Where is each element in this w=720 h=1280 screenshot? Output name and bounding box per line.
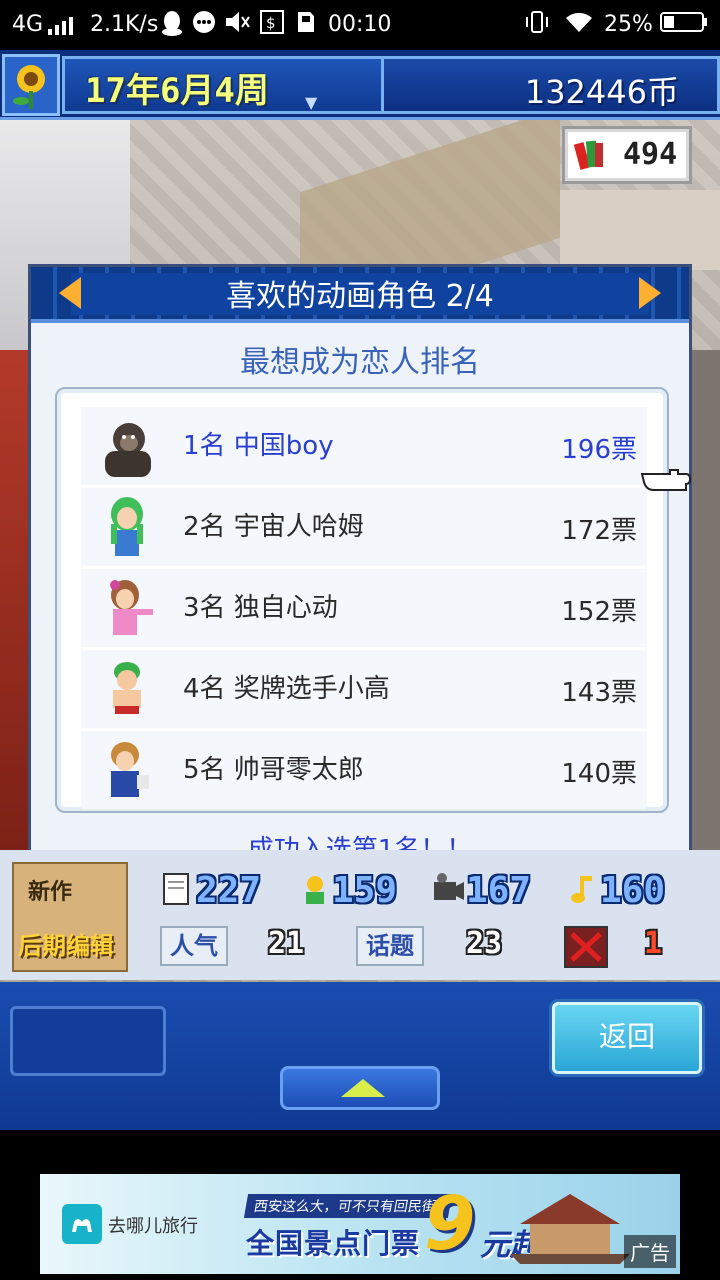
triangle-up-icon xyxy=(341,1079,385,1097)
rank-label: 2名 宇宙人哈姆 xyxy=(183,512,364,542)
post-edit-label: 后期编辑 xyxy=(18,932,114,960)
ad-label: 广告 xyxy=(624,1235,676,1268)
camera-icon xyxy=(434,873,464,900)
popularity-label: 人气 xyxy=(160,926,228,966)
sunflower-icon[interactable] xyxy=(2,54,60,116)
swimmer-avatar xyxy=(113,662,141,714)
rank-row-5[interactable]: 5名 帅哥零太郎 140票 xyxy=(81,731,647,809)
chevron-down-icon: ▼ xyxy=(305,93,318,112)
ticket-badge[interactable]: 494 xyxy=(562,126,692,184)
bug-icon xyxy=(564,926,608,968)
ad-banner[interactable]: 去哪儿旅行 西安这么大，可不只有回民街! 全国景点门票 9 元起 广告 xyxy=(40,1174,680,1274)
character-icon xyxy=(306,876,324,904)
stat-sound: 160 xyxy=(600,870,666,911)
chat-icon xyxy=(192,10,216,43)
music-icon xyxy=(571,876,592,903)
rank-votes: 143票 xyxy=(561,678,637,708)
gorilla-avatar xyxy=(105,423,151,477)
qq-icon xyxy=(160,10,184,45)
popularity-value: 21 xyxy=(268,926,305,961)
game-screen: 17年6月4周 ▼ 132446币 494 喜欢的动画角色 2/4 最想成为恋人… xyxy=(0,50,720,1130)
rank-label: 3名 独自心动 xyxy=(183,593,338,623)
rank-votes: 196票 xyxy=(561,435,637,465)
expand-menu-button[interactable] xyxy=(280,1066,440,1110)
rank-votes: 172票 xyxy=(561,516,637,546)
stat-script: 227 xyxy=(196,870,262,911)
payment-icon: $ xyxy=(260,10,284,43)
rank-row-1[interactable]: 1名 中国boy 196票 xyxy=(81,407,647,485)
pagoda-icon xyxy=(510,1194,630,1264)
stats-row-2: 人气 21 话题 23 1 xyxy=(160,926,700,970)
top-bar: 17年6月4周 ▼ 132446币 xyxy=(0,50,720,120)
empty-slot xyxy=(10,1006,166,1076)
right-wall xyxy=(690,350,720,850)
rank-row-3[interactable]: 3名 独自心动 152票 xyxy=(81,569,647,647)
rank-list: 1名 中国boy 196票 2名 宇宙人哈姆 172票 3名 独自心动 152票… xyxy=(55,387,669,813)
bug-value: 1 xyxy=(644,926,663,961)
ticket-count: 494 xyxy=(623,137,678,172)
money-panel: 132446币 xyxy=(384,56,720,114)
back-button[interactable]: 返回 xyxy=(552,1002,702,1074)
project-tag: 新作 后期编辑 xyxy=(12,862,128,972)
rank-row-4[interactable]: 4名 奖牌选手小高 143票 xyxy=(81,650,647,728)
new-work-label: 新作 xyxy=(28,880,73,905)
rank-label: 5名 帅哥零太郎 xyxy=(183,755,364,785)
green-hair-girl-avatar xyxy=(111,497,143,556)
handsome-boy-avatar xyxy=(111,742,149,797)
rank-label: 4名 奖牌选手小高 xyxy=(183,674,390,704)
stat-character: 159 xyxy=(332,870,398,911)
stats-panel: 新作 后期编辑 227 159 167 160 人气 21 话题 23 1 xyxy=(0,850,720,980)
ad-brand: 去哪儿旅行 xyxy=(108,1216,198,1237)
battery-percent: 25% xyxy=(604,12,653,37)
sim-icon xyxy=(296,10,316,43)
status-bar: 4G 2.1K/s $ 00:10 25% xyxy=(0,0,720,50)
svg-text:$: $ xyxy=(266,14,276,32)
script-icon xyxy=(163,873,189,905)
rank-votes: 152票 xyxy=(561,597,637,627)
rank-label: 1名 中国boy xyxy=(183,431,334,461)
rank-votes: 140票 xyxy=(561,759,637,789)
ad-big-number: 9 xyxy=(424,1181,476,1267)
ranking-dialog: 喜欢的动画角色 2/4 最想成为恋人排名 1名 中国boy 196票 2名 宇宙… xyxy=(28,264,692,874)
pointing-hand-icon xyxy=(640,469,692,491)
office-wall-right xyxy=(560,190,720,270)
stat-visual: 167 xyxy=(466,870,532,911)
ad-main-text: 全国景点门票 xyxy=(246,1227,421,1260)
ad-small-text: 西安这么大，可不只有回民街! xyxy=(243,1194,452,1218)
topic-value: 23 xyxy=(466,926,503,961)
dialog-title: 喜欢的动画角色 2/4 xyxy=(226,279,494,314)
game-date: 17年6月4周 xyxy=(85,71,269,111)
rank-row-2[interactable]: 2名 宇宙人哈姆 172票 xyxy=(81,488,647,566)
dialog-subtitle: 最想成为恋人排名 xyxy=(240,345,480,380)
pink-girl-avatar xyxy=(110,580,153,635)
next-page-arrow-icon[interactable] xyxy=(639,277,661,309)
battery-icon xyxy=(660,10,708,43)
date-panel[interactable]: 17年6月4周 ▼ xyxy=(62,56,384,114)
wifi-icon xyxy=(564,10,594,43)
signal-icon xyxy=(48,10,76,40)
vibrate-icon xyxy=(524,10,550,43)
mute-icon xyxy=(224,10,250,43)
camel-logo-icon xyxy=(62,1204,102,1244)
dialog-header: 喜欢的动画角色 2/4 xyxy=(31,267,689,323)
network-speed: 2.1K/s xyxy=(90,12,159,37)
money-amount: 132446币 xyxy=(524,73,679,111)
network-type: 4G xyxy=(12,12,44,37)
topic-label: 话题 xyxy=(356,926,424,966)
ticket-icon xyxy=(573,140,603,170)
clock-time: 00:10 xyxy=(328,12,392,37)
control-bar: 返回 xyxy=(0,982,720,1130)
